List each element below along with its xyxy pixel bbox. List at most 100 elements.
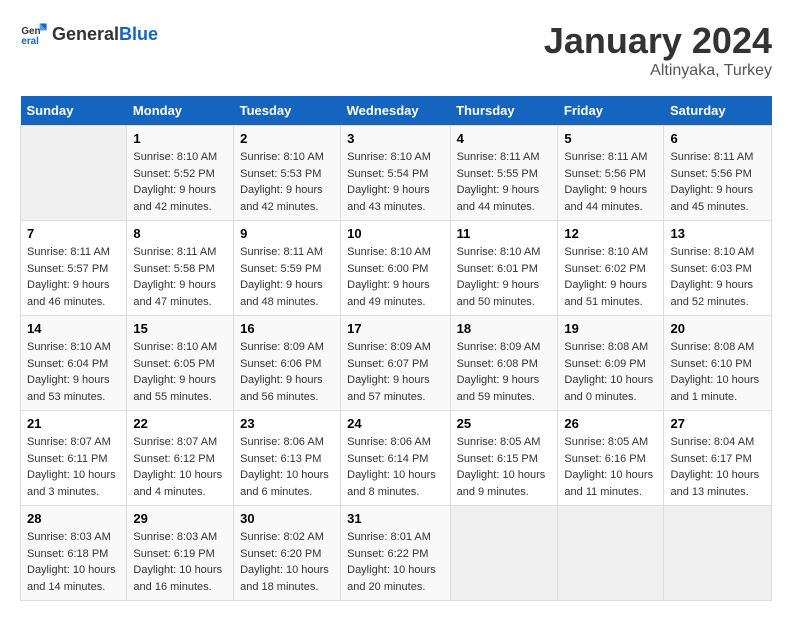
day-info: Sunrise: 8:10 AM Sunset: 5:52 PM Dayligh… (133, 149, 227, 215)
daylight-text: Daylight: 9 hours and 43 minutes. (347, 184, 430, 213)
day-number: 25 (457, 416, 552, 431)
sunset-text: Sunset: 5:56 PM (564, 168, 645, 180)
daylight-text: Daylight: 10 hours and 9 minutes. (457, 469, 546, 498)
day-of-week-header: Saturday (664, 96, 772, 126)
sunrise-text: Sunrise: 8:09 AM (457, 341, 541, 353)
day-info: Sunrise: 8:11 AM Sunset: 5:55 PM Dayligh… (457, 149, 552, 215)
calendar-day-cell: 19 Sunrise: 8:08 AM Sunset: 6:09 PM Dayl… (558, 316, 664, 411)
calendar-header-row: SundayMondayTuesdayWednesdayThursdayFrid… (21, 96, 772, 126)
calendar-day-cell: 11 Sunrise: 8:10 AM Sunset: 6:01 PM Dayl… (450, 221, 558, 316)
day-info: Sunrise: 8:10 AM Sunset: 6:00 PM Dayligh… (347, 244, 443, 310)
sunrise-text: Sunrise: 8:03 AM (27, 531, 111, 543)
sunset-text: Sunset: 5:53 PM (240, 168, 321, 180)
sunrise-text: Sunrise: 8:10 AM (347, 246, 431, 258)
calendar-day-cell: 6 Sunrise: 8:11 AM Sunset: 5:56 PM Dayli… (664, 126, 772, 221)
day-info: Sunrise: 8:10 AM Sunset: 6:04 PM Dayligh… (27, 339, 120, 405)
day-number: 24 (347, 416, 443, 431)
calendar-day-cell: 10 Sunrise: 8:10 AM Sunset: 6:00 PM Dayl… (341, 221, 450, 316)
day-number: 7 (27, 226, 120, 241)
day-of-week-header: Monday (127, 96, 234, 126)
day-info: Sunrise: 8:10 AM Sunset: 5:53 PM Dayligh… (240, 149, 334, 215)
day-of-week-header: Tuesday (234, 96, 341, 126)
day-info: Sunrise: 8:10 AM Sunset: 6:05 PM Dayligh… (133, 339, 227, 405)
sunrise-text: Sunrise: 8:10 AM (670, 246, 754, 258)
sunrise-text: Sunrise: 8:06 AM (240, 436, 324, 448)
day-number: 10 (347, 226, 443, 241)
daylight-text: Daylight: 9 hours and 48 minutes. (240, 279, 323, 308)
sunrise-text: Sunrise: 8:04 AM (670, 436, 754, 448)
day-info: Sunrise: 8:04 AM Sunset: 6:17 PM Dayligh… (670, 434, 765, 500)
svg-text:eral: eral (21, 36, 39, 47)
day-info: Sunrise: 8:06 AM Sunset: 6:14 PM Dayligh… (347, 434, 443, 500)
day-info: Sunrise: 8:08 AM Sunset: 6:09 PM Dayligh… (564, 339, 657, 405)
day-info: Sunrise: 8:07 AM Sunset: 6:12 PM Dayligh… (133, 434, 227, 500)
calendar-day-cell: 13 Sunrise: 8:10 AM Sunset: 6:03 PM Dayl… (664, 221, 772, 316)
day-info: Sunrise: 8:11 AM Sunset: 5:58 PM Dayligh… (133, 244, 227, 310)
daylight-text: Daylight: 10 hours and 18 minutes. (240, 564, 329, 593)
calendar-day-cell: 7 Sunrise: 8:11 AM Sunset: 5:57 PM Dayli… (21, 221, 127, 316)
sunrise-text: Sunrise: 8:11 AM (27, 246, 110, 258)
calendar-day-cell: 2 Sunrise: 8:10 AM Sunset: 5:53 PM Dayli… (234, 126, 341, 221)
day-of-week-header: Wednesday (341, 96, 450, 126)
daylight-text: Daylight: 9 hours and 42 minutes. (133, 184, 216, 213)
sunrise-text: Sunrise: 8:03 AM (133, 531, 217, 543)
calendar-week-row: 28 Sunrise: 8:03 AM Sunset: 6:18 PM Dayl… (21, 506, 772, 601)
day-info: Sunrise: 8:11 AM Sunset: 5:56 PM Dayligh… (564, 149, 657, 215)
day-number: 28 (27, 511, 120, 526)
title-section: January 2024 Altinyaka, Turkey (544, 20, 772, 80)
calendar-day-cell: 24 Sunrise: 8:06 AM Sunset: 6:14 PM Dayl… (341, 411, 450, 506)
calendar-day-cell: 15 Sunrise: 8:10 AM Sunset: 6:05 PM Dayl… (127, 316, 234, 411)
calendar-day-cell: 29 Sunrise: 8:03 AM Sunset: 6:19 PM Dayl… (127, 506, 234, 601)
sunset-text: Sunset: 5:56 PM (670, 168, 751, 180)
sunset-text: Sunset: 6:22 PM (347, 548, 428, 560)
sunset-text: Sunset: 5:54 PM (347, 168, 428, 180)
calendar-day-cell (21, 126, 127, 221)
daylight-text: Daylight: 10 hours and 4 minutes. (133, 469, 222, 498)
day-number: 8 (133, 226, 227, 241)
day-number: 26 (564, 416, 657, 431)
calendar-day-cell: 27 Sunrise: 8:04 AM Sunset: 6:17 PM Dayl… (664, 411, 772, 506)
sunset-text: Sunset: 6:08 PM (457, 358, 538, 370)
day-number: 2 (240, 131, 334, 146)
sunrise-text: Sunrise: 8:05 AM (564, 436, 648, 448)
header: Gen eral GeneralBlue January 2024 Altiny… (20, 20, 772, 80)
day-info: Sunrise: 8:01 AM Sunset: 6:22 PM Dayligh… (347, 529, 443, 595)
daylight-text: Daylight: 9 hours and 50 minutes. (457, 279, 540, 308)
day-number: 23 (240, 416, 334, 431)
daylight-text: Daylight: 9 hours and 45 minutes. (670, 184, 753, 213)
calendar-week-row: 14 Sunrise: 8:10 AM Sunset: 6:04 PM Dayl… (21, 316, 772, 411)
day-info: Sunrise: 8:03 AM Sunset: 6:18 PM Dayligh… (27, 529, 120, 595)
day-number: 22 (133, 416, 227, 431)
calendar-day-cell (450, 506, 558, 601)
sunset-text: Sunset: 6:04 PM (27, 358, 108, 370)
calendar-day-cell: 21 Sunrise: 8:07 AM Sunset: 6:11 PM Dayl… (21, 411, 127, 506)
sunset-text: Sunset: 6:13 PM (240, 453, 321, 465)
sunrise-text: Sunrise: 8:10 AM (347, 151, 431, 163)
calendar-day-cell (664, 506, 772, 601)
day-number: 16 (240, 321, 334, 336)
day-info: Sunrise: 8:11 AM Sunset: 5:59 PM Dayligh… (240, 244, 334, 310)
sunrise-text: Sunrise: 8:10 AM (27, 341, 111, 353)
location-subtitle: Altinyaka, Turkey (544, 62, 772, 80)
day-info: Sunrise: 8:02 AM Sunset: 6:20 PM Dayligh… (240, 529, 334, 595)
sunrise-text: Sunrise: 8:11 AM (457, 151, 540, 163)
sunrise-text: Sunrise: 8:09 AM (240, 341, 324, 353)
day-info: Sunrise: 8:05 AM Sunset: 6:15 PM Dayligh… (457, 434, 552, 500)
calendar-day-cell: 31 Sunrise: 8:01 AM Sunset: 6:22 PM Dayl… (341, 506, 450, 601)
sunrise-text: Sunrise: 8:10 AM (133, 341, 217, 353)
daylight-text: Daylight: 10 hours and 16 minutes. (133, 564, 222, 593)
day-of-week-header: Thursday (450, 96, 558, 126)
calendar-day-cell: 3 Sunrise: 8:10 AM Sunset: 5:54 PM Dayli… (341, 126, 450, 221)
calendar-day-cell: 23 Sunrise: 8:06 AM Sunset: 6:13 PM Dayl… (234, 411, 341, 506)
day-number: 15 (133, 321, 227, 336)
daylight-text: Daylight: 9 hours and 57 minutes. (347, 374, 430, 403)
daylight-text: Daylight: 9 hours and 51 minutes. (564, 279, 647, 308)
sunset-text: Sunset: 5:57 PM (27, 263, 108, 275)
day-number: 14 (27, 321, 120, 336)
calendar-day-cell: 16 Sunrise: 8:09 AM Sunset: 6:06 PM Dayl… (234, 316, 341, 411)
sunset-text: Sunset: 5:55 PM (457, 168, 538, 180)
daylight-text: Daylight: 10 hours and 11 minutes. (564, 469, 653, 498)
calendar-day-cell: 30 Sunrise: 8:02 AM Sunset: 6:20 PM Dayl… (234, 506, 341, 601)
daylight-text: Daylight: 9 hours and 44 minutes. (564, 184, 647, 213)
sunrise-text: Sunrise: 8:10 AM (457, 246, 541, 258)
